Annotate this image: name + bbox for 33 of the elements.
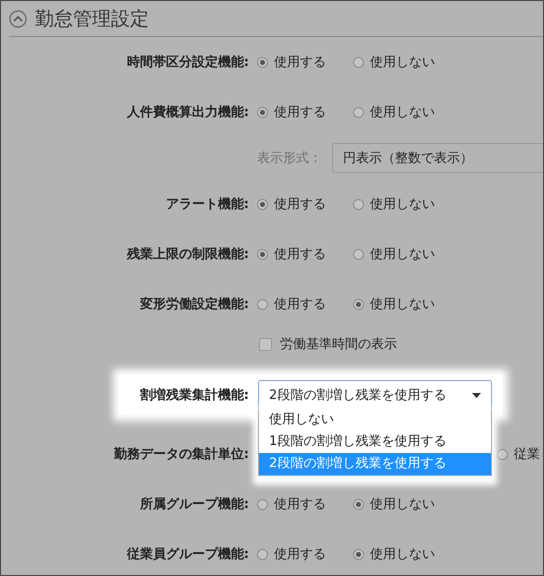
collapse-icon[interactable] (9, 10, 27, 28)
dropdown-option[interactable]: 使用しない (259, 409, 491, 431)
radio-option[interactable]: 使用する (257, 195, 353, 213)
setting-label: アラート機能: (164, 196, 249, 213)
setting-label: 割増残業集計機能: (138, 386, 250, 404)
radio-option[interactable]: 使用する (257, 53, 353, 71)
radio-option[interactable]: 使用しない (353, 53, 449, 71)
radio-option[interactable]: 従業 (497, 445, 543, 463)
radio-option[interactable]: 使用する (257, 103, 353, 121)
setting-label: 変形労働設定機能: (138, 296, 249, 313)
radio-option[interactable]: 使用する (257, 495, 353, 513)
radio-option[interactable]: 使用する (257, 245, 353, 263)
radio-option[interactable]: 使用する (257, 545, 353, 563)
radio-option[interactable]: 使用しない (353, 495, 449, 513)
setting-label: 残業上限の制限機能: (126, 246, 249, 263)
radio-option[interactable]: 使用しない (353, 103, 449, 121)
dropdown-option[interactable]: 1段階の割増し残業を使用する (259, 431, 491, 453)
setting-label: 従業員グループ機能: (126, 546, 249, 563)
checkbox-option[interactable]: 労働基準時間の表示 (259, 335, 397, 353)
setting-label: 人件費概算出力機能: (126, 104, 249, 121)
radio-option[interactable]: 使用しない (353, 295, 449, 313)
caret-icon (472, 392, 481, 398)
radio-option[interactable]: 使用しない (353, 245, 449, 263)
format-select[interactable]: 円表示（整数で表示） (332, 143, 543, 173)
radio-option[interactable]: 使用しない (353, 545, 449, 563)
radio-option[interactable]: 使用する (257, 295, 353, 313)
setting-label: 勤務データの集計単位: (112, 446, 249, 463)
dropdown-select[interactable]: 2段階の割増し残業を使用する (258, 380, 492, 410)
section-title: 勤怠管理設定 (35, 6, 149, 32)
setting-label: 時間帯区分設定機能: (126, 54, 249, 71)
setting-label: 所属グループ機能: (138, 496, 249, 513)
format-label: 表示形式： (257, 150, 322, 167)
radio-option[interactable]: 使用しない (353, 195, 449, 213)
